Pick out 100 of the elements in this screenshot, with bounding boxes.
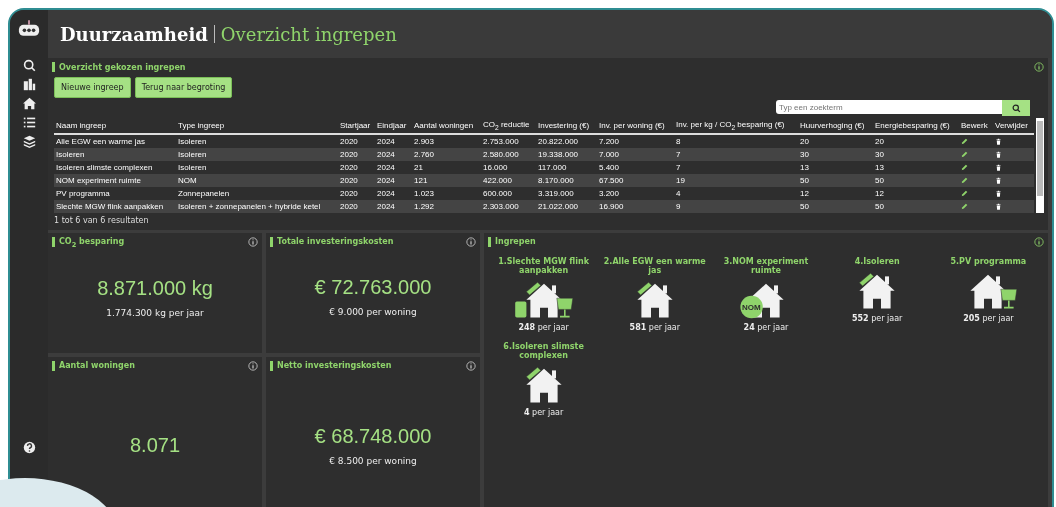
column-header[interactable]: Inv. per kg / CO$_{2}$ besparing (€) xyxy=(674,120,798,131)
table-cell-text: 50 xyxy=(874,175,885,185)
stat-subtext: € 9.000 per woning xyxy=(329,307,417,318)
table-cell-text: 21.022.000 xyxy=(537,201,580,211)
table-row[interactable]: NOM experiment ruimte NOM 2020 2024 121 422.000 8.170.000 67.500 19 50 50 xyxy=(54,173,1034,187)
table-cell-text: 2.760 xyxy=(413,149,436,159)
table-cell-text: Isoleren xyxy=(55,149,86,159)
table-cell-text: 2020 xyxy=(339,188,359,198)
table-cell-text: 2024 xyxy=(376,149,396,159)
table-cell-text: Isoleren xyxy=(177,136,208,146)
table-cell-text: 2024 xyxy=(376,162,396,172)
table-cell-text: 2.303.000 xyxy=(482,201,520,211)
trash-icon[interactable] xyxy=(995,137,1002,145)
table-cell-text: 30 xyxy=(874,149,885,159)
card-title: Aantal woningen xyxy=(59,361,135,371)
info-icon[interactable] xyxy=(248,236,258,247)
table-cell-text: 7.200 xyxy=(598,136,621,146)
trash-icon[interactable] xyxy=(995,150,1002,158)
table-cell-text: Alle EGW een warme jas xyxy=(55,136,146,146)
table-cell-text: 30 xyxy=(799,149,810,159)
table-cell-text: 20.822.000 xyxy=(537,136,580,146)
column-header[interactable]: CO$_{2}$ reductie xyxy=(481,120,536,131)
table-cell-text: 4 xyxy=(675,188,682,198)
column-header[interactable]: Energiebesparing (€) xyxy=(873,120,959,130)
table-cell-text: NOM xyxy=(177,175,198,185)
column-header[interactable]: Naam ingreep xyxy=(54,120,176,130)
table-cell-text: 21 xyxy=(413,162,424,172)
column-header[interactable]: Investering (€) xyxy=(536,120,597,130)
info-icon[interactable] xyxy=(466,360,476,371)
home-icon[interactable] xyxy=(22,97,36,110)
measure-title: 4.Isoleren xyxy=(854,256,900,266)
column-header[interactable]: Type ingreep xyxy=(176,120,338,130)
scrollbar[interactable] xyxy=(1036,118,1044,213)
info-icon[interactable] xyxy=(1034,236,1044,247)
table-row[interactable]: Isoleren Isoleren 2020 2024 2.760 2.580.000 19.338.000 7.000 7 30 30 xyxy=(54,147,1034,161)
table-cell-text: PV programma xyxy=(55,188,111,198)
info-icon[interactable] xyxy=(248,360,258,371)
search-button[interactable] xyxy=(1002,100,1030,116)
robot-logo-icon xyxy=(18,20,40,37)
table-cell-text: 117.000 xyxy=(537,162,568,172)
trash-icon[interactable] xyxy=(995,189,1002,197)
stat-value: € 68.748.000 xyxy=(314,424,432,448)
table-cell-text: 2020 xyxy=(339,136,359,146)
trash-icon[interactable] xyxy=(995,176,1002,184)
action-button[interactable]: Terug naar begroting xyxy=(134,77,233,98)
info-icon[interactable] xyxy=(1034,62,1044,72)
table-cell-text: NOM experiment ruimte xyxy=(55,175,142,185)
table-cell-text: 2.580.000 xyxy=(482,149,520,159)
table-cell-text: 50 xyxy=(799,175,810,185)
table-cell-text: 2.903 xyxy=(413,136,436,146)
search-field[interactable]: Typ een zoekterm xyxy=(776,100,1002,114)
column-header[interactable]: Inv. per woning (€) xyxy=(597,120,674,130)
panel-title: Ingrepen xyxy=(495,237,536,247)
trash-icon[interactable] xyxy=(995,163,1002,171)
measure-count: 4 per jaar xyxy=(523,407,564,417)
table-row[interactable]: Slechte MGW flink aanpakken Isoleren + zonnepanelen + hybride ketel 2020 2024 1.292 2.303.000 21.022.000 16.900 9 50 50 xyxy=(54,199,1034,213)
trash-icon[interactable] xyxy=(995,202,1002,210)
table-cell-text: 1.023 xyxy=(413,188,436,198)
action-button[interactable]: Nieuwe ingreep xyxy=(54,77,131,98)
table-cell-text: 2020 xyxy=(339,175,359,185)
table-cell-text: 7 xyxy=(675,149,682,159)
card-title: CO$_{2}$ besparing xyxy=(59,236,125,249)
layers-icon[interactable] xyxy=(22,135,36,148)
table-cell-text: 50 xyxy=(799,201,810,211)
table-cell-text: 5.400 xyxy=(598,162,621,172)
buildings-icon[interactable] xyxy=(22,78,36,91)
column-header[interactable]: Aantal woningen xyxy=(412,120,481,130)
stat-value: 8.071 xyxy=(129,433,181,457)
table-cell-text: Slechte MGW flink aanpakken xyxy=(55,201,165,211)
stat-subtext: 1.774.300 kg per jaar xyxy=(106,307,204,318)
table-cell-text: Isoleren xyxy=(177,149,208,159)
table-cell-text: 13 xyxy=(874,162,885,172)
column-header[interactable]: Bewerk xyxy=(959,120,993,130)
stat-value: € 72.763.000 xyxy=(314,276,432,300)
table-cell-text: 20 xyxy=(799,136,810,146)
results-count: 1 tot 6 van 6 resultaten xyxy=(53,214,150,227)
page-subtitle: Overzicht ingrepen xyxy=(220,23,397,45)
search-icon[interactable] xyxy=(22,59,36,72)
list-icon[interactable] xyxy=(22,116,36,129)
table-cell-text: 7.000 xyxy=(598,149,621,159)
table-cell-text: 8.170.000 xyxy=(537,175,575,185)
table-cell-text: 20 xyxy=(874,136,885,146)
table-cell-text: 12 xyxy=(874,188,885,198)
panel-title: Overzicht gekozen ingrepen xyxy=(59,62,186,72)
measure-count: 205 per jaar xyxy=(963,313,1014,323)
table-row[interactable]: Isoleren slimste complexen Isoleren 2020 2024 21 16.000 117.000 5.400 7 13 13 xyxy=(54,160,1034,174)
table-cell-text: 2.753.000 xyxy=(482,136,520,146)
table-row[interactable]: PV programma Zonnepanelen 2020 2024 1.023 600.000 3.319.000 3.200 4 12 12 xyxy=(54,186,1034,200)
table-cell-text: Isoleren slimste complexen xyxy=(55,162,154,172)
stat-subtext: € 8.500 per woning xyxy=(329,455,417,466)
column-header[interactable]: Huurverhoging (€) xyxy=(798,120,873,130)
table-cell-text: 12 xyxy=(799,188,810,198)
column-header[interactable]: Eindjaar xyxy=(375,120,412,130)
info-icon[interactable] xyxy=(466,236,476,247)
column-header[interactable]: Verwijder xyxy=(993,120,1034,130)
table-cell-text: 50 xyxy=(874,201,885,211)
help-icon[interactable] xyxy=(22,441,36,454)
column-header[interactable]: Startjaar xyxy=(338,120,375,130)
table-row[interactable]: Alle EGW een warme jas Isoleren 2020 2024 2.903 2.753.000 20.822.000 7.200 8 20 20 xyxy=(54,134,1034,148)
measure-title: 1.Slechte MGW flink aanpakken xyxy=(497,256,590,275)
